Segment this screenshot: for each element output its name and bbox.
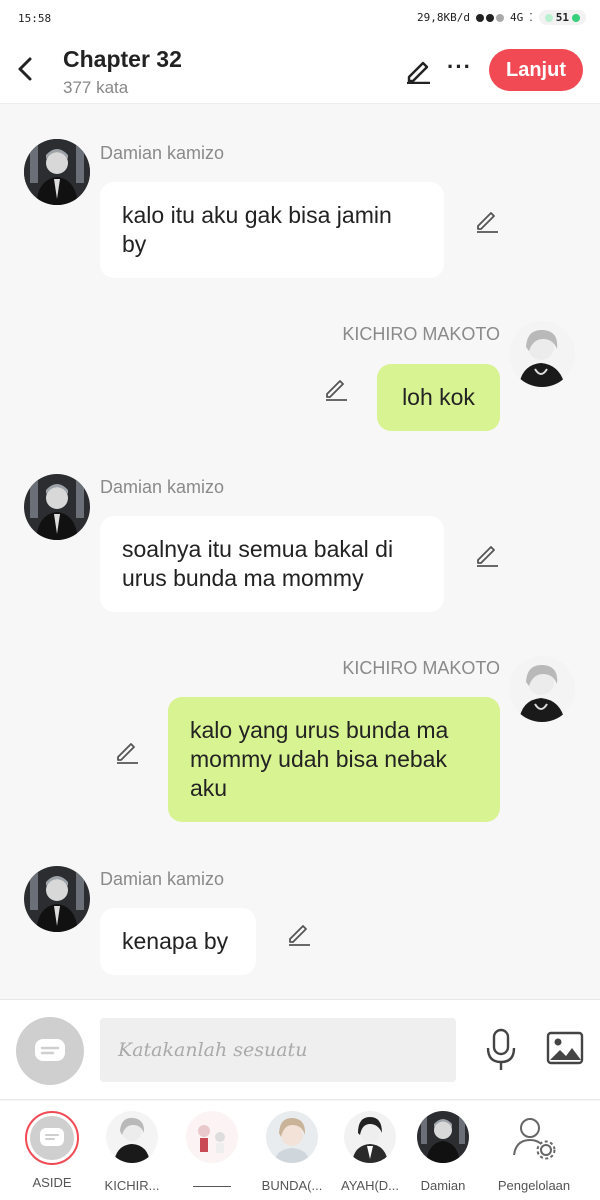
- cast-item-damian[interactable]: Damian: [403, 1111, 483, 1193]
- edit-message-icon[interactable]: [114, 738, 140, 764]
- chapter-header: Chapter 32 377 kata ··· Lanjut: [0, 36, 600, 104]
- sender-name: KICHIRO MAKOTO: [342, 658, 500, 678]
- status-time: 15:58: [18, 12, 52, 25]
- edit-message-icon[interactable]: [323, 375, 349, 401]
- signal-dots-icon: [476, 13, 504, 22]
- avatar-damian[interactable]: [24, 866, 90, 932]
- message-input[interactable]: [100, 1018, 456, 1082]
- cast-label: Damian: [420, 1178, 466, 1193]
- sender-name: Damian kamizo: [100, 143, 225, 163]
- more-options-icon[interactable]: ···: [447, 56, 471, 84]
- narrator-toggle-button[interactable]: [16, 1017, 84, 1085]
- cast-label: AYAH(D...: [340, 1178, 400, 1193]
- word-count: 377 kata: [63, 78, 129, 97]
- avatar-kichiro[interactable]: [509, 321, 575, 387]
- edit-message-icon[interactable]: [474, 541, 500, 567]
- cast-item-ayah[interactable]: AYAH(D...: [330, 1111, 410, 1193]
- message-bubble[interactable]: kenapa by: [100, 908, 256, 975]
- microphone-icon[interactable]: [484, 1028, 518, 1072]
- status-bar: 15:58 29,8KB/d 4G ⁚ 51: [0, 0, 600, 36]
- avatar-damian[interactable]: [24, 474, 90, 540]
- wifi-icon: ⁚: [529, 11, 533, 24]
- avatar-ayah: [344, 1111, 396, 1163]
- cast-item-aside[interactable]: ASIDE: [12, 1111, 92, 1190]
- message-bubble[interactable]: soalnya itu semua bakal di urus bunda ma…: [100, 516, 444, 612]
- cast-item-manage[interactable]: Pengelolaan: [494, 1111, 574, 1193]
- chat-area[interactable]: Damian kamizo kalo itu aku gak bisa jami…: [0, 105, 600, 998]
- narrator-icon: [25, 1111, 79, 1165]
- manage-icon: [513, 1118, 556, 1160]
- image-upload-icon[interactable]: [546, 1030, 584, 1066]
- network-type: 4G: [510, 11, 524, 24]
- avatar-damian: [417, 1111, 469, 1163]
- cast-item-blank[interactable]: [172, 1111, 252, 1187]
- edit-icon[interactable]: [404, 56, 432, 84]
- cast-item-bunda[interactable]: BUNDA(...: [252, 1111, 332, 1193]
- page-title: Chapter 32: [63, 46, 182, 72]
- cast-label: BUNDA(...: [261, 1178, 323, 1193]
- cast-label-empty: [193, 1186, 231, 1187]
- avatar-blank: [186, 1111, 238, 1163]
- message-bubble[interactable]: loh kok: [377, 364, 500, 431]
- status-indicators: 29,8KB/d 4G ⁚ 51: [417, 10, 586, 25]
- sender-name: Damian kamizo: [100, 869, 225, 889]
- sender-name: KICHIRO MAKOTO: [342, 324, 500, 344]
- avatar-bunda: [266, 1111, 318, 1163]
- edit-message-icon[interactable]: [474, 207, 500, 233]
- character-bar: ASIDE KICHIR... BUNDA(... AYAH(D... Dami…: [0, 1101, 600, 1200]
- cast-label: KICHIR...: [104, 1178, 160, 1193]
- message-bubble[interactable]: kalo yang urus bunda ma mommy udah bisa …: [168, 697, 500, 822]
- message-bubble[interactable]: kalo itu aku gak bisa jamin by: [100, 182, 444, 278]
- next-button[interactable]: Lanjut: [489, 49, 583, 91]
- avatar-kichiro[interactable]: [509, 656, 575, 722]
- cast-label: Pengelolaan: [497, 1178, 571, 1193]
- cast-label: ASIDE: [32, 1175, 72, 1190]
- back-arrow-icon[interactable]: [12, 54, 38, 84]
- edit-message-icon[interactable]: [286, 920, 312, 946]
- avatar-kichiro: [106, 1111, 158, 1163]
- chat-bubble-icon: [35, 1039, 65, 1061]
- avatar-damian[interactable]: [24, 139, 90, 205]
- network-speed: 29,8KB/d: [417, 11, 470, 24]
- sender-name: Damian kamizo: [100, 477, 225, 497]
- message-composer: [0, 999, 600, 1100]
- cast-item-kichiro[interactable]: KICHIR...: [92, 1111, 172, 1193]
- battery-indicator: 51: [538, 10, 586, 25]
